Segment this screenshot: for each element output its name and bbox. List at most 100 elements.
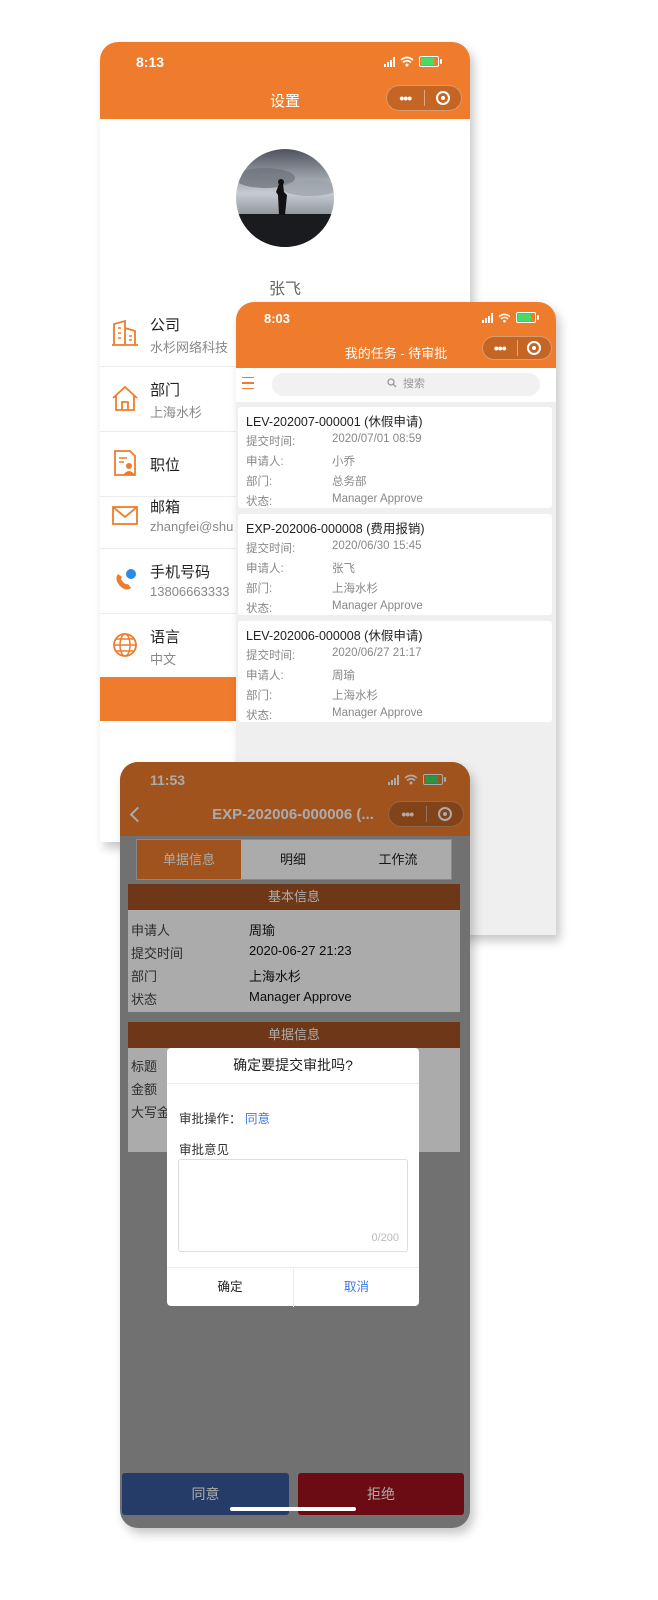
field-value: 周瑜 — [332, 670, 355, 682]
task-card[interactable]: LEV-202006-000008 (休假申请) 提交时间: 2020/06/27… — [238, 621, 552, 722]
more-icon[interactable]: ••• — [389, 806, 426, 822]
avatar[interactable] — [235, 148, 335, 248]
field-key: 申请人: — [246, 456, 284, 468]
approval-op-row: 审批操作： 同意 — [179, 1108, 270, 1127]
task-card[interactable]: EXP-202006-000008 (费用报销) 提交时间: 2020/06/30… — [238, 514, 552, 615]
field-value: 小乔 — [332, 456, 355, 468]
tab-document-info[interactable]: 单据信息 — [137, 840, 241, 879]
task-title: LEV-202007-000001 (休假申请) — [246, 415, 423, 429]
miniapp-capsule[interactable]: ••• — [386, 85, 462, 111]
more-icon[interactable]: ••• — [483, 340, 517, 356]
page-title: EXP-202006-000006 (... — [212, 806, 374, 823]
signal-icon — [388, 774, 399, 785]
task-card[interactable]: LEV-202007-000001 (休假申请) 提交时间: 2020/07/01… — [238, 407, 552, 508]
battery-icon — [419, 56, 442, 67]
miniapp-capsule[interactable]: ••• — [388, 801, 464, 827]
field-key: 申请人: — [246, 670, 284, 682]
field-key: 状态: — [246, 710, 273, 722]
row-label: 公司 — [150, 317, 181, 334]
tab-details[interactable]: 明细 — [241, 840, 345, 879]
info-value: 上海水杉 — [249, 969, 302, 984]
search-placeholder: 搜索 — [403, 378, 425, 390]
detail-tabs: 单据信息 明细 工作流 — [136, 839, 452, 880]
info-key: 金额 — [131, 1082, 158, 1097]
building-icon — [112, 319, 138, 346]
field-value: Manager Approve — [332, 493, 423, 505]
status-icons — [482, 312, 539, 323]
confirm-dialog: 确定要提交审批吗? 审批操作： 同意 审批意见 0/200 确定 取消 — [167, 1048, 419, 1307]
confirm-button[interactable]: 确定 — [167, 1268, 294, 1307]
close-miniapp-icon[interactable] — [426, 807, 463, 821]
row-value: 水杉网络科技 — [150, 340, 229, 355]
info-key: 标题 — [131, 1059, 158, 1074]
search-bar: 搜索 — [236, 368, 556, 402]
battery-icon — [423, 774, 446, 785]
char-counter: 0/200 — [371, 1232, 399, 1244]
info-value: 2020-06-27 21:23 — [249, 943, 352, 958]
search-input[interactable]: 搜索 — [272, 373, 540, 396]
field-key: 提交时间: — [246, 436, 296, 448]
row-label: 手机号码 — [150, 564, 211, 581]
tab-workflow[interactable]: 工作流 — [345, 840, 451, 879]
field-key: 提交时间: — [246, 543, 296, 555]
task-header: 8:03 我的任务 - 待审批 ••• — [236, 302, 556, 368]
field-key: 部门: — [246, 476, 273, 488]
field-value: 上海水杉 — [332, 583, 378, 595]
search-icon — [387, 378, 397, 388]
info-key: 大写金 — [131, 1105, 171, 1120]
field-key: 状态: — [246, 496, 273, 508]
back-icon[interactable] — [129, 806, 146, 823]
info-value: Manager Approve — [249, 989, 352, 1004]
row-value: zhangfei@shu — [150, 519, 234, 534]
status-time: 11:53 — [150, 772, 186, 788]
comment-label: 审批意见 — [179, 1143, 230, 1157]
row-value: 中文 — [150, 652, 177, 667]
dialog-title: 确定要提交审批吗? — [167, 1048, 419, 1084]
row-label: 职位 — [150, 457, 181, 474]
phone-icon — [116, 569, 136, 590]
menu-icon[interactable] — [242, 377, 254, 389]
detail-header: 11:53 EXP-202006-000006 (... ••• — [120, 762, 470, 836]
field-value: 总务部 — [332, 476, 367, 488]
info-key: 部门 — [131, 969, 158, 984]
miniapp-capsule[interactable]: ••• — [482, 336, 552, 360]
settings-header: 8:13 设置 ••• — [100, 42, 470, 119]
field-key: 状态: — [246, 603, 273, 615]
close-miniapp-icon[interactable] — [517, 341, 551, 355]
mail-icon — [112, 506, 138, 525]
wifi-icon — [400, 56, 414, 67]
info-key: 申请人 — [131, 923, 171, 938]
field-value: 2020/07/01 08:59 — [332, 433, 422, 445]
cancel-button[interactable]: 取消 — [294, 1268, 419, 1307]
comment-textarea[interactable]: 0/200 — [178, 1159, 408, 1252]
dialog-footer: 确定 取消 — [167, 1267, 419, 1307]
close-miniapp-icon[interactable] — [424, 91, 461, 105]
more-icon[interactable]: ••• — [387, 90, 424, 106]
row-label: 语言 — [150, 629, 181, 646]
wifi-icon — [404, 774, 418, 785]
field-value: Manager Approve — [332, 600, 423, 612]
field-key: 部门: — [246, 583, 273, 595]
approval-op-label: 审批操作： — [179, 1112, 242, 1126]
home-icon — [112, 385, 138, 411]
status-icons — [384, 56, 442, 67]
field-key: 申请人: — [246, 563, 284, 575]
row-label: 邮箱 — [150, 499, 181, 516]
approval-op-value[interactable]: 同意 — [245, 1112, 270, 1126]
info-value: 周瑜 — [249, 923, 276, 938]
task-title: EXP-202006-000008 (费用报销) — [246, 522, 425, 536]
info-key: 状态 — [131, 992, 158, 1007]
signal-icon — [384, 56, 395, 67]
field-value: Manager Approve — [332, 707, 423, 719]
field-value: 2020/06/27 21:17 — [332, 647, 422, 659]
row-label: 部门 — [150, 382, 181, 399]
home-indicator — [230, 1507, 356, 1511]
task-title: LEV-202006-000008 (休假申请) — [246, 629, 423, 643]
row-value: 13806663333 — [150, 584, 230, 599]
section-title: 单据信息 — [128, 1022, 460, 1048]
wifi-icon — [498, 313, 511, 323]
info-key: 提交时间 — [131, 946, 184, 961]
section-title: 基本信息 — [128, 884, 460, 910]
field-value: 上海水杉 — [332, 690, 378, 702]
user-name: 张飞 — [268, 281, 301, 298]
